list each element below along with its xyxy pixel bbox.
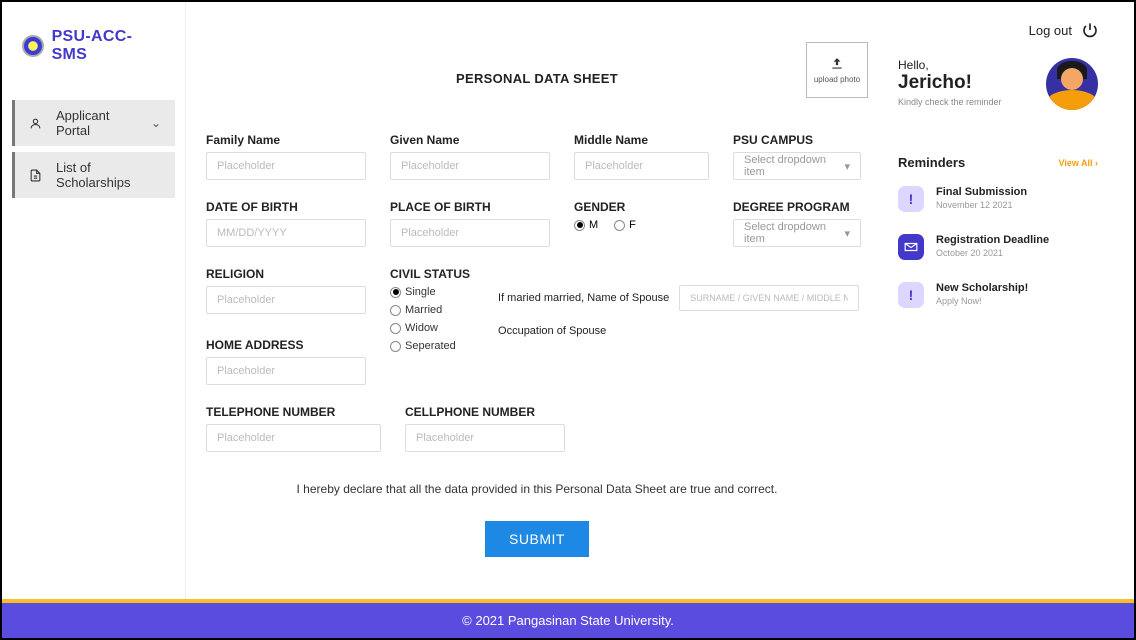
reminder-item[interactable]: ! Final Submission November 12 2021 (898, 186, 1098, 212)
logout-link[interactable]: Log out (1029, 23, 1072, 38)
upload-icon (829, 57, 845, 71)
label-telephone: TELEPHONE NUMBER (206, 405, 381, 419)
reminder-title: Final Submission (936, 186, 1027, 198)
telephone-input[interactable] (206, 424, 381, 452)
home-address-input[interactable] (206, 357, 366, 385)
radio-dot-selected (574, 220, 585, 231)
gender-female-radio[interactable]: F (614, 219, 636, 231)
radio-dot (390, 323, 401, 334)
spouse-occupation-label: Occupation of Spouse (498, 325, 606, 337)
pob-input[interactable] (390, 219, 550, 247)
reminder-sub: October 20 2021 (936, 248, 1049, 258)
civil-single-label: Single (405, 286, 436, 298)
dob-input[interactable] (206, 219, 366, 247)
label-civil-status: CIVIL STATUS (390, 267, 470, 281)
spouse-name-label: If maried married, Name of Spouse (498, 292, 669, 304)
label-pob: PLACE OF BIRTH (390, 200, 550, 214)
footer-text: © 2021 Pangasinan State University. (462, 613, 674, 628)
civil-separated-label: Seperated (405, 340, 456, 352)
chevron-down-icon: ⌄ (151, 116, 161, 130)
gender-f-label: F (629, 219, 636, 231)
label-home-address: HOME ADDRESS (206, 338, 366, 352)
reminder-title: New Scholarship! (936, 282, 1028, 294)
reminder-sub: November 12 2021 (936, 200, 1027, 210)
reminder-item[interactable]: Registration Deadline October 20 2021 (898, 234, 1098, 260)
view-all-link[interactable]: View All › (1058, 158, 1098, 168)
greet-sub: Kindly check the reminder (898, 97, 1034, 107)
page-title: PERSONAL DATA SHEET (456, 71, 618, 86)
power-icon[interactable] (1082, 22, 1098, 38)
label-degree-program: DEGREE PROGRAM (733, 200, 868, 214)
caret-down-icon: ▾ (844, 160, 850, 173)
nav-label: Applicant Portal (56, 108, 137, 138)
reminder-sub: Apply Now! (936, 296, 1028, 306)
user-icon (29, 116, 42, 130)
hello-text: Hello, (898, 58, 1034, 72)
gender-m-label: M (589, 219, 598, 231)
radio-dot (390, 305, 401, 316)
label-religion: RELIGION (206, 267, 366, 281)
radio-dot (390, 341, 401, 352)
family-name-input[interactable] (206, 152, 366, 180)
nav-item-list-scholarships[interactable]: List of Scholarships (12, 152, 175, 198)
gender-male-radio[interactable]: M (574, 219, 598, 231)
civil-married-label: Married (405, 304, 442, 316)
label-gender: GENDER (574, 200, 709, 214)
radio-dot (614, 220, 625, 231)
civil-widow-radio[interactable]: Widow (390, 322, 470, 334)
degree-program-select[interactable]: Select dropdown item ▾ (733, 219, 861, 247)
mail-icon (898, 234, 924, 260)
main: Log out PERSONAL DATA SHEET upload photo… (186, 2, 1134, 599)
caret-down-icon: ▾ (844, 227, 850, 240)
cellphone-input[interactable] (405, 424, 565, 452)
civil-widow-label: Widow (405, 322, 438, 334)
right-panel: Hello, Jericho! Kindly check the reminde… (898, 48, 1098, 557)
label-given-name: Given Name (390, 133, 550, 147)
upload-label: upload photo (814, 75, 860, 84)
reminder-title: Registration Deadline (936, 234, 1049, 246)
given-name-input[interactable] (390, 152, 550, 180)
submit-button[interactable]: SUBMIT (485, 521, 589, 557)
nav-item-applicant-portal[interactable]: Applicant Portal ⌄ (12, 100, 175, 146)
reminders-title: Reminders (898, 155, 965, 170)
psu-campus-select[interactable]: Select dropdown item ▾ (733, 152, 861, 180)
user-name: Jericho! (898, 72, 1034, 94)
form-area: PERSONAL DATA SHEET upload photo Family … (206, 48, 868, 557)
select-placeholder: Select dropdown item (744, 221, 844, 245)
civil-single-radio[interactable]: Single (390, 286, 470, 298)
label-middle-name: Middle Name (574, 133, 709, 147)
nav-label: List of Scholarships (56, 160, 161, 190)
document-icon (29, 168, 42, 182)
brand-name: PSU-ACC-SMS (52, 28, 165, 64)
religion-input[interactable] (206, 286, 366, 314)
brand: PSU-ACC-SMS (12, 22, 175, 70)
brand-logo (22, 35, 44, 57)
civil-married-radio[interactable]: Married (390, 304, 470, 316)
spouse-name-input[interactable] (679, 285, 859, 311)
exclamation-icon: ! (898, 282, 924, 308)
declaration-text: I hereby declare that all the data provi… (206, 482, 868, 496)
label-psu-campus: PSU CAMPUS (733, 133, 868, 147)
label-cellphone: CELLPHONE NUMBER (405, 405, 565, 419)
radio-dot-selected (390, 287, 401, 298)
footer: © 2021 Pangasinan State University. (2, 599, 1134, 638)
avatar (1046, 58, 1098, 110)
select-placeholder: Select dropdown item (744, 154, 844, 178)
label-dob: DATE OF BIRTH (206, 200, 366, 214)
reminder-item[interactable]: ! New Scholarship! Apply Now! (898, 282, 1098, 308)
exclamation-icon: ! (898, 186, 924, 212)
middle-name-input[interactable] (574, 152, 709, 180)
topbar: Log out (206, 22, 1098, 38)
sidebar: PSU-ACC-SMS Applicant Portal ⌄ List of S… (2, 2, 186, 599)
upload-photo-box[interactable]: upload photo (806, 42, 868, 98)
civil-separated-radio[interactable]: Seperated (390, 340, 470, 352)
label-family-name: Family Name (206, 133, 366, 147)
